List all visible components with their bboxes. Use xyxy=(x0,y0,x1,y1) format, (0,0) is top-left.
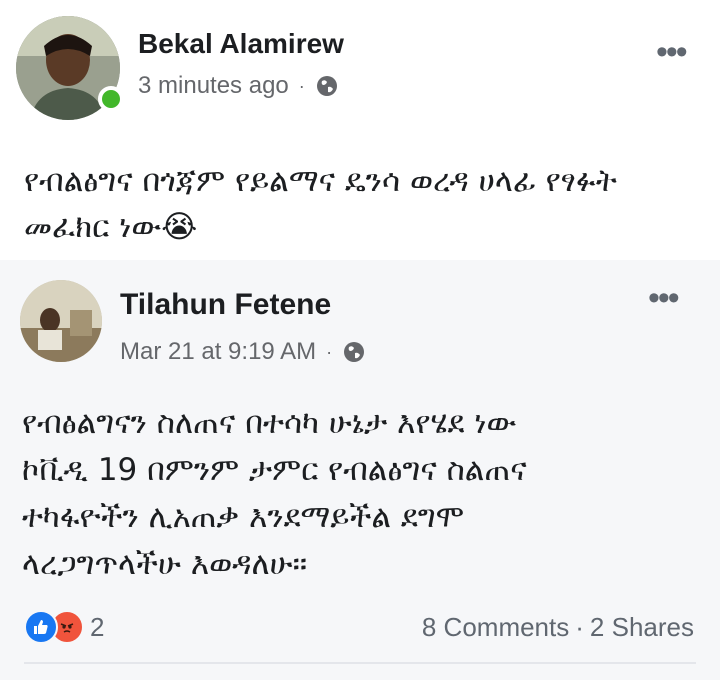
shared-text-line: ኮቪዲ 19 በምንም ታምር የብልፅግና ስልጠና xyxy=(22,452,527,488)
post-author-name[interactable]: Bekal Alamirew xyxy=(138,28,344,60)
reactions-summary[interactable]: 2 xyxy=(24,610,104,644)
post-header: Bekal Alamirew 3 minutes ago · ••• xyxy=(0,0,720,140)
crying-emoji: 😭 xyxy=(161,209,198,245)
footer-divider xyxy=(24,662,696,664)
globe-icon[interactable] xyxy=(315,74,339,98)
post-text-line: የብልፅግና በጎጃም የይልማና ዴንሳ ወረዳ ሀላፊ የፃፉት xyxy=(24,163,617,199)
meta-separator: · xyxy=(326,341,333,362)
meta-separator: · xyxy=(298,75,305,96)
comments-count-link[interactable]: 8 Comments xyxy=(422,612,569,643)
shared-more-options-icon[interactable]: ••• xyxy=(648,281,680,315)
post-timestamp[interactable]: 3 minutes ago xyxy=(138,72,289,100)
engagement-stats: 8 Comments · 2 Shares xyxy=(422,612,694,643)
shares-count-link[interactable]: 2 Shares xyxy=(590,612,694,643)
globe-icon[interactable] xyxy=(342,340,366,364)
shared-avatar-photo xyxy=(20,280,102,362)
shared-text-line: ላረጋግጥላችሁ እወዳለሁ። xyxy=(22,546,308,582)
post-footer: 2 8 Comments · 2 Shares xyxy=(0,600,720,650)
post-text-line: መፈክር ነው😭 xyxy=(24,204,694,250)
shared-text-line: ተካፋዮችን ሊአጠቃ እንደማይችል ደግሞ xyxy=(22,499,465,535)
stats-separator: · xyxy=(575,612,584,642)
post-more-options-icon[interactable]: ••• xyxy=(656,35,688,69)
shared-author-name[interactable]: Tilahun Fetene xyxy=(120,288,331,322)
shared-author-avatar[interactable] xyxy=(20,280,102,362)
shared-text-line: የብፅልግናን ስለጠና በተሳካ ሁኔታ እየሄደ ነው xyxy=(22,405,517,441)
online-status-indicator xyxy=(98,86,124,112)
like-reaction-icon xyxy=(24,610,58,644)
post-meta: 3 minutes ago · xyxy=(138,72,339,100)
post-text: የብልፅግና በጎጃም የይልማና ዴንሳ ወረዳ ሀላፊ የፃፉት መፈክር … xyxy=(24,158,694,250)
reaction-count: 2 xyxy=(90,611,105,642)
shared-timestamp[interactable]: Mar 21 at 9:19 AM xyxy=(120,338,316,366)
shared-post-meta: Mar 21 at 9:19 AM · xyxy=(120,338,366,366)
shared-post-text: የብፅልግናን ስለጠና በተሳካ ሁኔታ እየሄደ ነው ኮቪዲ 19 በምን… xyxy=(22,400,702,588)
post-text-line2: መፈክር ነው xyxy=(24,209,162,245)
